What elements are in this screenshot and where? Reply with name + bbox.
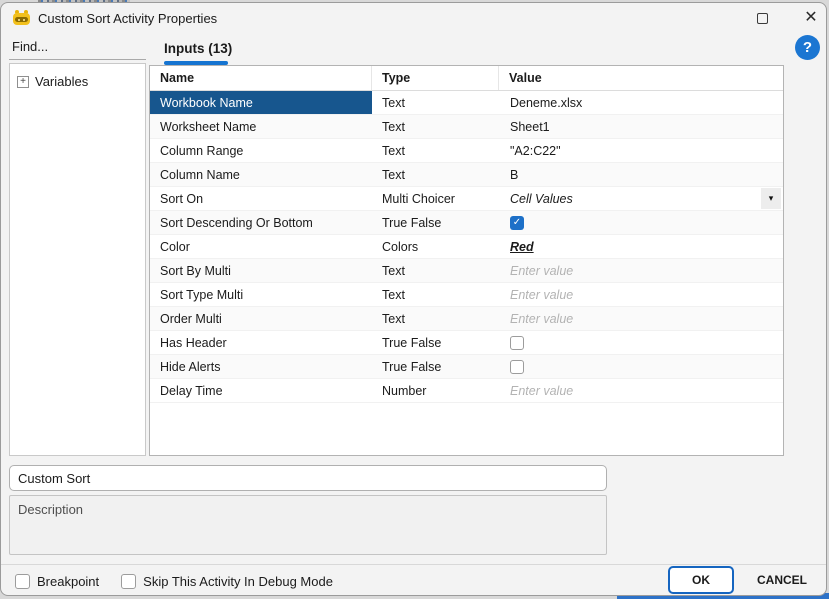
skip-activity-label: Skip This Activity In Debug Mode	[143, 573, 333, 589]
row-type-cell: Number	[382, 383, 427, 398]
row-name-cell[interactable]: Color	[150, 235, 372, 258]
cancel-button[interactable]: CANCEL	[745, 566, 819, 594]
row-value-text[interactable]: Sheet1	[510, 120, 550, 134]
row-name-cell[interactable]: Column Name	[150, 163, 372, 186]
row-value-cell[interactable]: Cell Values ▾	[500, 187, 783, 210]
row-value-text[interactable]: Enter value	[510, 288, 573, 302]
robot-icon	[13, 10, 30, 25]
row-name-cell[interactable]: Order Multi	[150, 307, 372, 330]
row-type-cell: Text	[382, 95, 405, 110]
close-button[interactable]: ✕	[800, 7, 822, 29]
row-name-cell[interactable]: Sort On	[150, 187, 372, 210]
row-value-cell[interactable]	[500, 331, 783, 354]
row-type-cell: True False	[382, 215, 442, 230]
row-value-text[interactable]: Cell Values	[510, 192, 573, 206]
help-icon[interactable]: ?	[795, 35, 820, 60]
column-header-value[interactable]: Value	[498, 66, 783, 90]
title-bar: Custom Sort Activity Properties ✕	[1, 3, 826, 33]
checkbox-unchecked-icon[interactable]	[510, 359, 524, 374]
properties-table-body: Workbook Name Text Deneme.xlsx Worksheet Na…	[150, 91, 783, 403]
tree-item-label: Variables	[35, 74, 89, 89]
row-type-cell: Colors	[382, 239, 419, 254]
description-input[interactable]	[9, 495, 607, 555]
expand-icon[interactable]: +	[17, 75, 29, 88]
row-name-cell[interactable]: Sort Descending Or Bottom	[150, 211, 372, 234]
table-row[interactable]: Worksheet Name Text Sheet1	[150, 115, 783, 139]
properties-dialog: Custom Sort Activity Properties ✕ Find..…	[0, 2, 827, 596]
skip-activity-checkbox[interactable]	[121, 573, 137, 589]
row-value-text[interactable]: "A2:C22"	[510, 144, 561, 158]
row-value-cell[interactable]: B	[500, 163, 783, 186]
row-name-cell[interactable]: Column Range	[150, 139, 372, 162]
row-value-cell[interactable]: Enter value	[500, 283, 783, 306]
find-input[interactable]: Find...	[9, 39, 146, 60]
table-row[interactable]: Column Range Text "A2:C22"	[150, 139, 783, 163]
table-row[interactable]: Sort By Multi Text Enter value	[150, 259, 783, 283]
table-row[interactable]: Delay Time Number Enter value	[150, 379, 783, 403]
row-type-cell: Multi Choicer	[382, 191, 455, 206]
row-value-cell[interactable]: Sheet1	[500, 115, 783, 138]
row-value-text[interactable]: Enter value	[510, 384, 573, 398]
table-row[interactable]: Sort Type Multi Text Enter value	[150, 283, 783, 307]
row-type-cell: Text	[382, 143, 405, 158]
breakpoint-checkbox[interactable]	[15, 573, 30, 589]
checkbox-unchecked-icon[interactable]	[510, 335, 524, 350]
table-row[interactable]: Color Colors Red	[150, 235, 783, 259]
checkbox-checked-icon[interactable]: ✓	[510, 215, 524, 230]
row-value-cell[interactable]: Enter value	[500, 259, 783, 282]
variables-panel: + Variables	[9, 63, 146, 456]
row-name-cell[interactable]: Workbook Name	[150, 91, 372, 114]
row-value-cell[interactable]: Deneme.xlsx	[500, 91, 783, 114]
ok-button[interactable]: OK	[668, 566, 734, 594]
sidebar-item-variables[interactable]: + Variables	[10, 64, 145, 89]
row-type-cell: Text	[382, 311, 405, 326]
table-header: Name Type Value	[150, 66, 783, 91]
table-row[interactable]: Workbook Name Text Deneme.xlsx	[150, 91, 783, 115]
row-name-cell[interactable]: Has Header	[150, 331, 372, 354]
footer-bar: Breakpoint Skip This Activity In Debug M…	[1, 565, 826, 595]
row-value-text[interactable]: Deneme.xlsx	[510, 96, 582, 110]
row-name-cell[interactable]: Sort By Multi	[150, 259, 372, 282]
column-header-type[interactable]: Type	[371, 66, 498, 90]
row-value-cell[interactable]: Red	[500, 235, 783, 258]
breakpoint-label: Breakpoint	[37, 573, 100, 589]
row-value-cell[interactable]: Enter value	[500, 307, 783, 330]
properties-table: Name Type Value Workbook Name Text Deneme.…	[149, 65, 784, 456]
row-value-text[interactable]: Red	[510, 240, 534, 254]
row-name-cell[interactable]: Hide Alerts	[150, 355, 372, 378]
row-type-cell: Text	[382, 167, 405, 182]
table-row[interactable]: Column Name Text B	[150, 163, 783, 187]
tab-inputs[interactable]: Inputs (13)	[164, 41, 232, 56]
maximize-button[interactable]	[757, 13, 768, 24]
row-name-cell[interactable]: Worksheet Name	[150, 115, 372, 138]
row-value-cell[interactable]: Enter value	[500, 379, 783, 402]
row-value-text[interactable]: Enter value	[510, 312, 573, 326]
window-title: Custom Sort Activity Properties	[38, 11, 218, 26]
row-type-cell: True False	[382, 335, 442, 350]
table-row[interactable]: Sort Descending Or Bottom True False ✓	[150, 211, 783, 235]
row-type-cell: Text	[382, 119, 405, 134]
row-value-text[interactable]: Enter value	[510, 264, 573, 278]
row-value-cell[interactable]	[500, 355, 783, 378]
dropdown-button-icon[interactable]: ▾	[761, 188, 781, 209]
row-value-text[interactable]: B	[510, 168, 518, 182]
row-value-cell[interactable]: ✓	[500, 211, 783, 234]
row-type-cell: True False	[382, 359, 442, 374]
table-row[interactable]: Order Multi Text Enter value	[150, 307, 783, 331]
row-name-cell[interactable]: Delay Time	[150, 379, 372, 402]
row-type-cell: Text	[382, 263, 405, 278]
row-type-cell: Text	[382, 287, 405, 302]
table-row[interactable]: Has Header True False	[150, 331, 783, 355]
display-name-input[interactable]	[9, 465, 607, 491]
row-name-cell[interactable]: Sort Type Multi	[150, 283, 372, 306]
row-value-cell[interactable]: "A2:C22"	[500, 139, 783, 162]
table-row[interactable]: Hide Alerts True False	[150, 355, 783, 379]
column-header-name[interactable]: Name	[150, 66, 371, 90]
table-row[interactable]: Sort On Multi Choicer Cell Values ▾	[150, 187, 783, 211]
